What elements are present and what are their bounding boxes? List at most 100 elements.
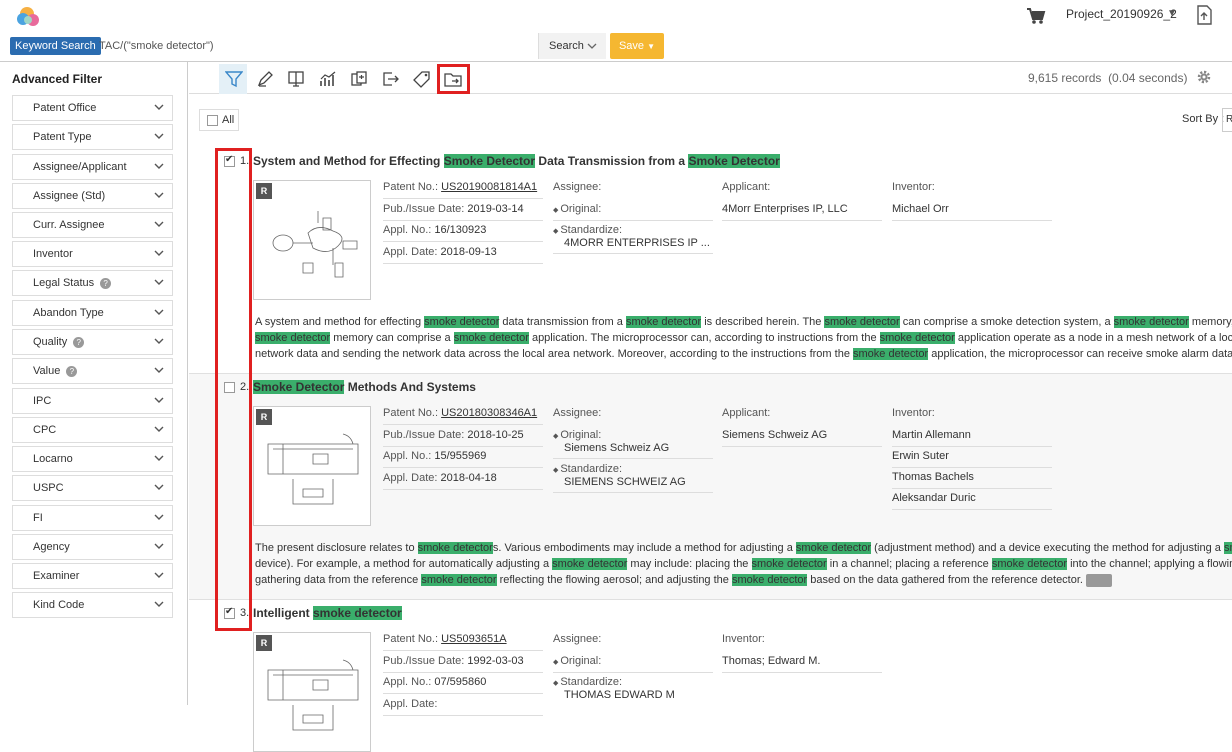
filter-assignee-std[interactable]: Assignee (Std) [12, 183, 173, 209]
inventor-value[interactable]: Thomas; Edward M. [722, 655, 820, 667]
keyword-search-tag[interactable]: Keyword Search [10, 37, 101, 55]
filter-label: CPC [33, 424, 57, 436]
text-segment: may include: placing the [627, 558, 752, 570]
review-badge: R [256, 409, 272, 425]
filter-fi[interactable]: FI [12, 505, 173, 531]
assignee-standardize-value[interactable]: SIEMENS SCHWEIZ AG [564, 476, 686, 488]
filter-icon[interactable] [225, 70, 243, 88]
filter-uspc[interactable]: USPC [12, 475, 173, 501]
original-label: Original: [560, 429, 602, 441]
patent-number-value[interactable]: US20180308346A1 [441, 407, 537, 419]
filter-cpc[interactable]: CPC [12, 417, 173, 443]
checkbox-icon [207, 115, 218, 126]
filter-inventor[interactable]: Inventor [12, 241, 173, 267]
filter-patent-office[interactable]: Patent Office [12, 95, 173, 121]
search-input[interactable]: TAC/("smoke detector") [99, 40, 214, 52]
app-logo-icon[interactable] [14, 4, 44, 28]
filter-kind-code[interactable]: Kind Code [12, 592, 173, 618]
show-more-button[interactable] [1086, 573, 1113, 587]
result-title[interactable]: System and Method for Effecting Smoke De… [253, 154, 780, 168]
chevron-down-icon [154, 250, 164, 256]
result-title[interactable]: Intelligent smoke detector [253, 606, 402, 620]
assignee-original-value[interactable]: Siemens Schweiz AG [564, 442, 669, 454]
patent-number-field: Patent No.: US20190081814A1 [383, 181, 537, 193]
filter-agency[interactable]: Agency [12, 534, 173, 560]
tag-icon[interactable] [413, 70, 431, 88]
filter-label: Patent Type [33, 131, 92, 143]
gear-icon[interactable] [1195, 68, 1213, 86]
annotation-checkbox-column-box [215, 148, 252, 631]
filter-legal-status[interactable]: Legal Status? [12, 270, 173, 296]
field-divider [722, 446, 882, 447]
patent-number-value[interactable]: US5093651A [441, 633, 506, 645]
help-icon[interactable]: ? [100, 277, 112, 289]
text-segment: based on the data gathered from the refe… [807, 574, 1083, 586]
export-document-icon[interactable] [1196, 5, 1212, 25]
export-icon[interactable] [381, 70, 399, 88]
text-segment: Methods And Systems [344, 380, 476, 394]
inventor-value[interactable]: Martin Allemann [892, 429, 971, 441]
compare-icon[interactable] [350, 70, 368, 88]
field-divider [553, 253, 713, 254]
sort-select[interactable]: R [1222, 108, 1232, 132]
inventor-label: Inventor: [722, 633, 765, 645]
chevron-down-icon [154, 572, 164, 578]
appl-number-field: Appl. No.: 16/130923 [383, 224, 486, 236]
patent-number-label: Patent No.: [383, 633, 439, 645]
filter-patent-type[interactable]: Patent Type [12, 124, 173, 150]
assignee-standardize-value[interactable]: 4MORR ENTERPRISES IP ... [564, 237, 710, 249]
inventor-value[interactable]: Michael Orr [892, 203, 949, 215]
text-segment: gathering data from the reference [255, 574, 422, 586]
pub-date-field: Pub./Issue Date: 1992-03-03 [383, 655, 524, 667]
text-segment: memory, and a n [1191, 316, 1232, 328]
patent-drawing-thumbnail[interactable]: R [253, 632, 371, 752]
inventor-value[interactable]: Erwin Suter [892, 450, 949, 462]
appl-date-label: Appl. Date: [383, 697, 438, 710]
keyword-highlight: Smoke Detector [253, 380, 345, 394]
filter-quality[interactable]: Quality? [12, 329, 173, 355]
keyword-highlight: smoke detector [795, 542, 872, 554]
filter-label: Quality [33, 336, 68, 348]
drawing-sketch-icon [272, 211, 358, 278]
project-selector[interactable]: Project_20190926_2 [1066, 7, 1177, 21]
result-title[interactable]: Smoke Detector Methods And Systems [253, 380, 476, 394]
help-icon[interactable]: ? [73, 336, 85, 348]
inventor-value[interactable]: Aleksandar Duric [892, 492, 976, 504]
inventor-value[interactable]: Thomas Bachels [892, 471, 974, 483]
filter-value[interactable]: Value? [12, 358, 173, 384]
chevron-down-icon[interactable]: ▼ [1167, 8, 1177, 19]
field-divider [383, 650, 543, 651]
select-all-checkbox[interactable]: All [199, 109, 239, 131]
patent-number-value[interactable]: US20190081814A1 [441, 181, 537, 193]
save-button[interactable]: Save ▼ [610, 33, 664, 59]
filter-abandon-type[interactable]: Abandon Type [12, 300, 173, 326]
text-segment: Intelligent [253, 606, 313, 620]
filter-curr-assignee[interactable]: Curr. Assignee [12, 212, 173, 238]
field-divider [383, 714, 543, 716]
chevron-down-icon [154, 543, 164, 549]
analytics-chart-icon[interactable] [319, 70, 337, 88]
filter-examiner[interactable]: Examiner [12, 563, 173, 589]
abstract-line: The present disclosure relates to smoke … [255, 540, 1232, 556]
help-icon[interactable]: ? [66, 365, 78, 377]
filter-locarno[interactable]: Locarno [12, 446, 173, 472]
filter-label: Assignee/Applicant [33, 161, 127, 173]
text-segment: (adjustment method) and a device executi… [871, 542, 1224, 554]
cart-icon[interactable] [1026, 7, 1046, 25]
patent-drawing-thumbnail[interactable]: R [253, 406, 371, 526]
applicant-value[interactable]: 4Morr Enterprises IP, LLC [722, 203, 848, 215]
filter-label: USPC [33, 482, 64, 494]
field-divider [383, 467, 543, 468]
search-button[interactable]: Search [538, 33, 606, 59]
filter-ipc[interactable]: IPC [12, 388, 173, 414]
filter-assignee-applicant[interactable]: Assignee/Applicant [12, 154, 173, 180]
highlight-pen-icon[interactable] [256, 70, 274, 88]
applicant-value[interactable]: Siemens Schweiz AG [722, 429, 827, 441]
text-segment: data transmission from a [499, 316, 626, 328]
assignee-standardize-value[interactable]: THOMAS EDWARD M [564, 689, 675, 701]
patent-drawing-thumbnail[interactable]: R [253, 180, 371, 300]
chevron-down-icon [154, 192, 164, 198]
filter-label: Kind Code [33, 599, 85, 611]
chevron-down-icon [154, 367, 164, 373]
view-layout-icon[interactable] [287, 70, 305, 88]
